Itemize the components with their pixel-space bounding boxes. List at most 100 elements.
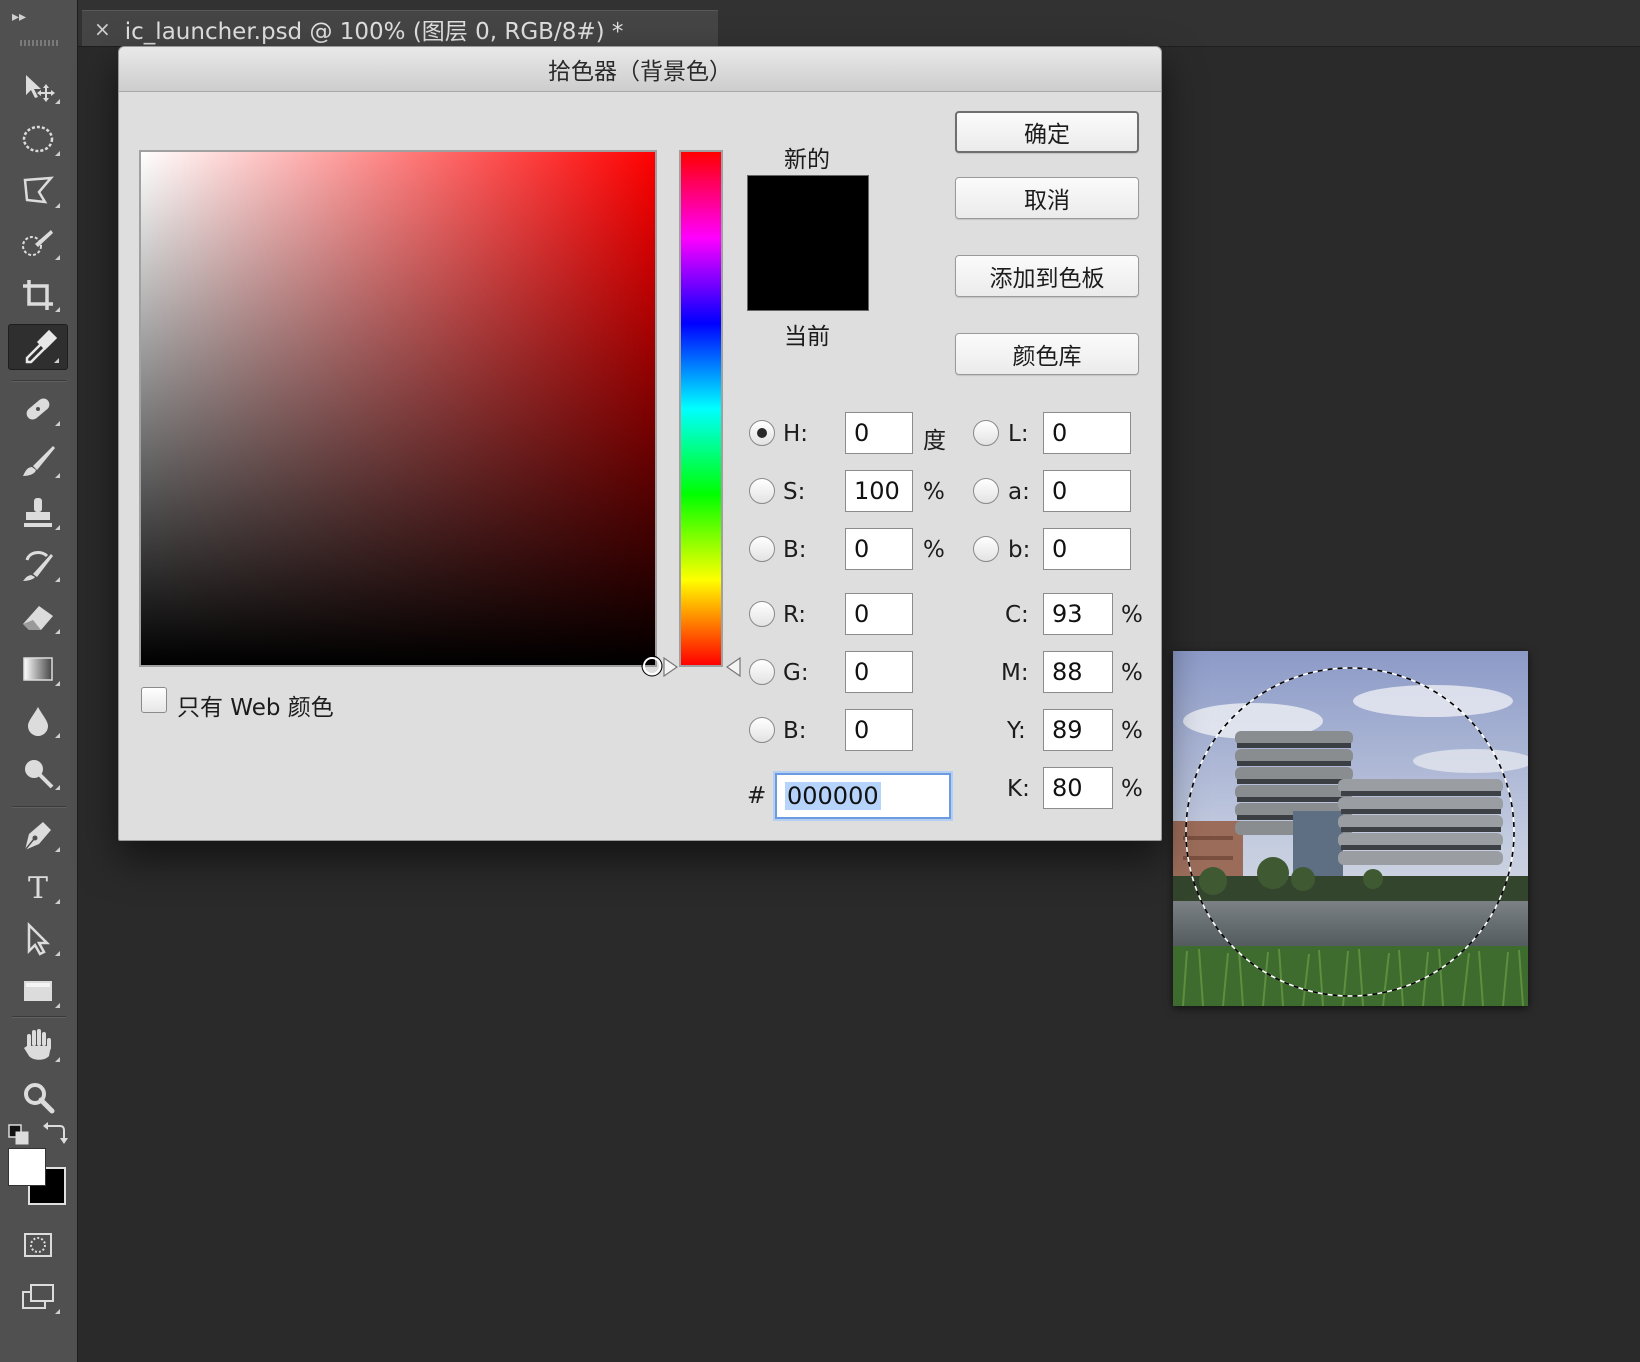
yellow-unit: % [1121,718,1143,744]
rectangle-tool-button[interactable] [8,968,68,1014]
default-colors-icon[interactable] [8,1124,30,1146]
hex-label: # [747,783,767,809]
color-libraries-button[interactable]: 颜色库 [955,333,1139,375]
brightness-input[interactable]: 0 [845,528,913,570]
screen-mode-icon [22,1284,54,1309]
blue-label: B: [783,718,807,744]
ok-button[interactable]: 确定 [955,111,1139,153]
toolbar-separator [12,806,66,808]
red-radio[interactable] [749,601,775,627]
quick-selection-tool-button[interactable] [8,220,68,266]
bandage-icon [26,398,50,420]
healing-brush-tool-button[interactable] [8,386,68,432]
gradient-icon [23,657,53,681]
rectangle-icon [24,981,52,1001]
hue-input[interactable]: 0 [845,412,913,454]
saturation-label: S: [783,479,806,505]
move-icon [26,75,55,102]
foreground-color-swatch[interactable] [8,1148,46,1186]
blue-input[interactable]: 0 [845,709,913,751]
building-photo [1173,651,1528,1006]
dodge-tool-button[interactable] [8,750,68,796]
color-field[interactable] [139,150,657,667]
lab-a-label: a: [1008,479,1030,505]
magenta-unit: % [1121,660,1143,686]
brightness-label: B: [783,537,807,563]
brightness-radio[interactable] [749,536,775,562]
history-brush-tool-button[interactable] [8,542,68,588]
type-tool-button[interactable]: T [8,864,68,910]
hue-radio[interactable] [749,420,775,446]
panel-grip[interactable] [20,40,58,46]
document-tab[interactable]: × ic_launcher.psd @ 100% (图层 0, RGB/8#) … [82,10,718,46]
dodge-icon [25,760,54,789]
color-picker-dialog: 拾色器（背景色） 新的 当前 确定 取消 添加到色板 颜色库 H: 0 度 S:… [118,46,1162,841]
current-color-swatch[interactable] [747,243,869,311]
saturation-unit: % [923,479,945,505]
eyedropper-tool-button[interactable] [8,324,68,370]
yellow-input[interactable]: 89 [1043,709,1113,751]
type-icon: T [28,871,48,906]
blue-radio[interactable] [749,717,775,743]
zoom-tool-button[interactable] [8,1074,68,1120]
document-title: ic_launcher.psd @ 100% (图层 0, RGB/8#) * [124,18,624,45]
yellow-label: Y: [1007,718,1026,744]
blur-tool-button[interactable] [8,698,68,744]
cancel-button[interactable]: 取消 [955,177,1139,219]
lab-b-radio[interactable] [973,536,999,562]
hue-slider-left-arrow-icon[interactable] [663,657,679,677]
lasso-tool-button[interactable] [8,168,68,214]
add-to-swatches-button[interactable]: 添加到色板 [955,255,1139,297]
new-color-label: 新的 [784,147,830,173]
pen-tool-button[interactable] [8,812,68,858]
magenta-input[interactable]: 88 [1043,651,1113,693]
hue-slider[interactable] [679,150,723,667]
lab-a-radio[interactable] [973,478,999,504]
color-field-marker-icon[interactable] [639,653,665,679]
lab-b-input[interactable]: 0 [1043,528,1131,570]
brush-icon [23,446,55,476]
move-tool-button[interactable] [8,64,68,110]
magenta-label: M: [1001,660,1029,686]
path-selection-tool-button[interactable] [8,916,68,962]
marquee-tool-button[interactable] [8,116,68,162]
hand-tool-button[interactable] [8,1022,68,1068]
hex-input[interactable]: 000000 [775,773,951,819]
close-tab-icon[interactable]: × [94,19,111,39]
lab-a-input[interactable]: 0 [1043,470,1131,512]
red-input[interactable]: 0 [845,593,913,635]
lab-l-input[interactable]: 0 [1043,412,1131,454]
dialog-titlebar[interactable]: 拾色器（背景色） [119,47,1161,92]
hue-label: H: [783,421,809,447]
green-radio[interactable] [749,659,775,685]
crop-tool-button[interactable] [8,272,68,318]
magnifier-icon [24,1083,55,1114]
black-input[interactable]: 80 [1043,767,1113,809]
gradient-tool-button[interactable] [8,646,68,692]
eyedropper-icon [25,329,57,364]
new-color-swatch[interactable] [747,175,869,243]
green-input[interactable]: 0 [845,651,913,693]
black-unit: % [1121,776,1143,802]
eraser-tool-button[interactable] [8,594,68,640]
hue-slider-right-arrow-icon[interactable] [725,657,741,677]
eraser-icon [23,606,53,630]
web-colors-only-label: 只有 Web 颜色 [177,695,334,721]
canvas-image[interactable] [1173,651,1528,1006]
brightness-unit: % [923,537,945,563]
pen-icon [24,822,51,851]
toolbar-separator [12,1016,66,1018]
saturation-input[interactable]: 100 [845,470,913,512]
screen-mode-button[interactable] [8,1274,68,1320]
web-colors-only-checkbox[interactable] [141,687,167,713]
brush-tool-button[interactable] [8,438,68,484]
lab-l-radio[interactable] [973,420,999,446]
clone-stamp-tool-button[interactable] [8,490,68,536]
tools-panel: ▸▸ T [0,0,78,1362]
quick-mask-button[interactable] [8,1222,68,1268]
cyan-input[interactable]: 93 [1043,593,1113,635]
crop-icon [23,280,53,310]
saturation-radio[interactable] [749,478,775,504]
swap-colors-icon[interactable] [42,1122,68,1146]
collapse-panel-icon[interactable]: ▸▸ [12,10,26,24]
